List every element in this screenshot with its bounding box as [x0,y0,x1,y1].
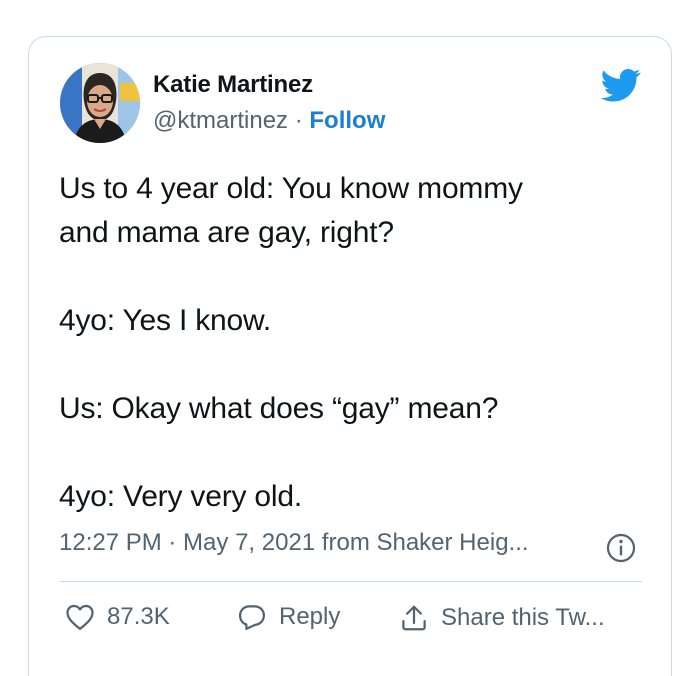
tweet-card: Katie Martinez @ktmartinez · Follow Us t… [28,36,672,676]
tweet-timestamp[interactable]: 12:27 PM · May 7, 2021 from Shaker Heig.… [59,529,529,557]
handle-row: @ktmartinez · Follow [153,107,385,135]
author-handle[interactable]: @ktmartinez [153,107,288,134]
reply-button[interactable]: Reply [237,603,340,631]
share-label: Share this Tw... [441,604,605,631]
heart-icon [66,604,94,630]
author-name[interactable]: Katie Martinez [153,71,313,99]
share-upload-icon [402,605,426,631]
reply-bubble-icon [239,605,265,630]
like-button[interactable]: 87.3K [65,603,170,631]
like-count: 87.3K [107,603,170,630]
reply-label: Reply [279,603,341,630]
handle-separator: · [288,107,310,134]
info-icon[interactable] [605,532,637,564]
twitter-bird-icon[interactable] [599,65,643,105]
divider [59,581,642,582]
action-bar: 87.3K Reply Share this Tw... [59,603,649,643]
follow-link[interactable]: Follow [309,107,385,134]
tweet-text: Us to 4 year old: You know mommy and mam… [59,172,523,513]
avatar[interactable] [60,63,140,143]
share-button[interactable]: Share this Tw... [399,603,605,633]
